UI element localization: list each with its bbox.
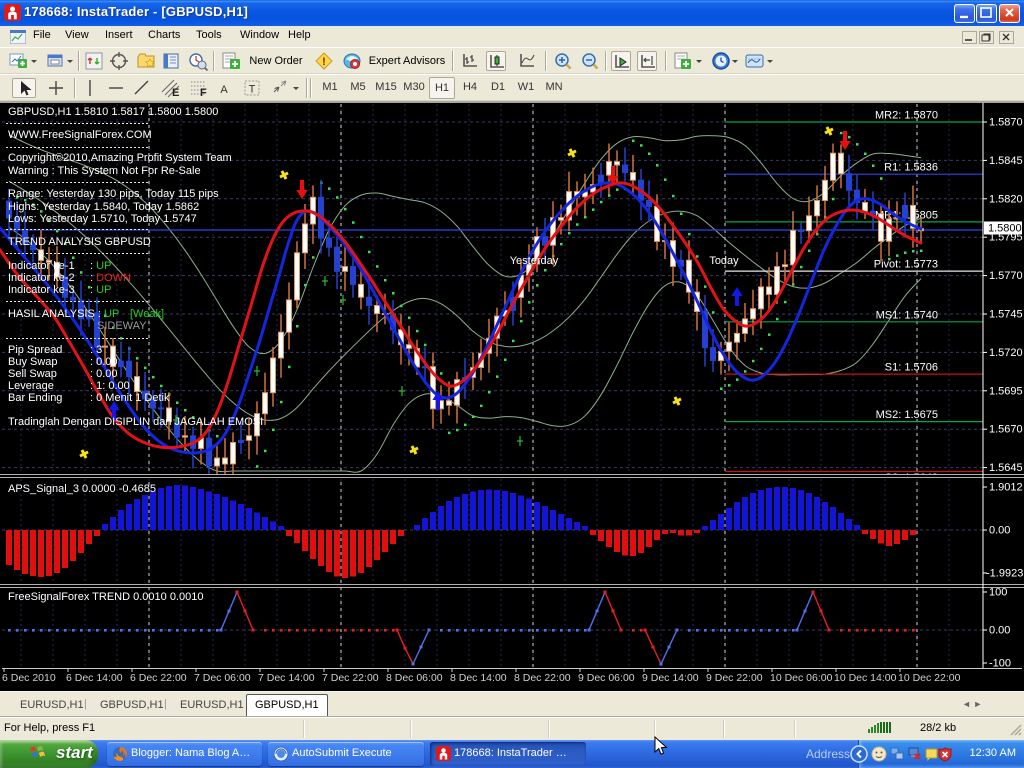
svg-text:0.00: 0.00	[989, 625, 1010, 637]
svg-text:MS1: 1.5740: MS1: 1.5740	[876, 309, 938, 321]
svg-text:: 0 Menit 1 Detik: : 0 Menit 1 Detik	[90, 392, 170, 404]
svg-text:1.5720: 1.5720	[989, 347, 1023, 359]
svg-text:[Weak]: [Weak]	[130, 308, 164, 320]
svg-text:FreeSignalForex TREND 0.0010 0: FreeSignalForex TREND 0.0010 0.0010	[8, 591, 203, 603]
svg-text:Indicator ke-2: Indicator ke-2	[8, 272, 75, 284]
svg-text:8 Dec 22:00: 8 Dec 22:00	[514, 672, 571, 684]
svg-text:-1.9923: -1.9923	[986, 568, 1023, 580]
svg-text:Range: Yesterday 130 pips, Tod: Range: Yesterday 130 pips, Today 115 pip…	[8, 188, 219, 200]
svg-text:9 Dec 06:00: 9 Dec 06:00	[578, 672, 635, 684]
svg-text:1.5745: 1.5745	[989, 309, 1023, 321]
svg-text:: 1: 0.00: : 1: 0.00	[90, 380, 130, 392]
svg-text:6 Dec 2010: 6 Dec 2010	[2, 672, 56, 684]
svg-text:: 0.00: : 0.00	[90, 368, 118, 380]
svg-text:10 Dec 06:00: 10 Dec 06:00	[770, 672, 833, 684]
svg-text:: 0.00: : 0.00	[90, 356, 118, 368]
svg-text:1.5695: 1.5695	[989, 385, 1023, 397]
svg-text:8 Dec 06:00: 8 Dec 06:00	[386, 672, 443, 684]
svg-text:9 Dec 14:00: 9 Dec 14:00	[642, 672, 699, 684]
svg-text:TREND ANALYSIS GBPUSD: TREND ANALYSIS GBPUSD	[8, 236, 151, 248]
svg-text:SIDEWAY: SIDEWAY	[97, 320, 147, 332]
svg-text:MR2: 1.5870: MR2: 1.5870	[875, 110, 938, 122]
svg-text:Yesterday: Yesterday	[510, 255, 559, 267]
svg-text:1.5670: 1.5670	[989, 424, 1023, 436]
svg-text:1.5845: 1.5845	[989, 155, 1023, 167]
svg-text:E: E	[172, 87, 179, 98]
svg-text:: DOWN: : DOWN	[90, 272, 131, 284]
svg-text:Copyright©2010,Amazing Profit: Copyright©2010,Amazing Profit System Tea…	[8, 152, 232, 164]
svg-text:1.5645: 1.5645	[989, 462, 1023, 474]
svg-text:T: T	[249, 84, 256, 96]
svg-text:0.00: 0.00	[989, 525, 1010, 537]
svg-text:Tradinglah Dengan DISIPLIN dan: Tradinglah Dengan DISIPLIN dan JAGALAH E…	[8, 416, 263, 428]
svg-text:MS2: 1.5675: MS2: 1.5675	[876, 409, 938, 421]
svg-text:6 Dec 22:00: 6 Dec 22:00	[130, 672, 187, 684]
svg-text:GBPUSD,H1 1.5810 1.5817 1.58: GBPUSD,H1 1.5810 1.5817 1.5800 1.5800	[8, 106, 218, 118]
svg-text:9 Dec 22:00: 9 Dec 22:00	[706, 672, 763, 684]
svg-text:1.5800: 1.5800	[988, 223, 1022, 235]
svg-text:6 Dec 14:00: 6 Dec 14:00	[66, 672, 123, 684]
svg-text:Buy Swap: Buy Swap	[8, 356, 58, 368]
svg-text:HASIL ANALYSIS : UP: HASIL ANALYSIS : UP	[8, 308, 119, 320]
svg-text:8 Dec 14:00: 8 Dec 14:00	[450, 672, 507, 684]
svg-text:: UP: : UP	[90, 260, 111, 272]
svg-text:-100: -100	[989, 658, 1011, 670]
svg-text:10 Dec 14:00: 10 Dec 14:00	[834, 672, 897, 684]
svg-text:WWW.FreeSignalForex.COM: WWW.FreeSignalForex.COM	[8, 129, 152, 141]
svg-text:S1: 1.5706: S1: 1.5706	[885, 362, 938, 374]
svg-text:Today: Today	[709, 255, 739, 267]
svg-text:Highs: Yesterday 1.5840, Today: Highs: Yesterday 1.5840, Today 1.5862	[8, 201, 199, 213]
svg-text:Warning : This System Not For: Warning : This System Not For Re-Sale	[8, 165, 201, 177]
svg-text:1.5820: 1.5820	[989, 193, 1023, 205]
svg-text:7 Dec 22:00: 7 Dec 22:00	[322, 672, 379, 684]
svg-text:7 Dec 14:00: 7 Dec 14:00	[258, 672, 315, 684]
svg-text:F: F	[200, 87, 207, 98]
svg-text:Indicator ke-1: Indicator ke-1	[8, 260, 75, 272]
svg-text:Pip Spread: Pip Spread	[8, 344, 62, 356]
svg-text:Sell Swap: Sell Swap	[8, 368, 57, 380]
svg-text:A: A	[220, 84, 228, 96]
svg-text:1.5870: 1.5870	[989, 117, 1023, 129]
svg-text:10 Dec 22:00: 10 Dec 22:00	[898, 672, 961, 684]
svg-text:Leverage: Leverage	[8, 380, 54, 392]
svg-text:Indicator ke-3: Indicator ke-3	[8, 284, 75, 296]
svg-text:Pivot: 1.5773: Pivot: 1.5773	[874, 259, 938, 271]
svg-text:R1: 1.5836: R1: 1.5836	[884, 162, 938, 174]
svg-text:: UP: : UP	[90, 284, 111, 296]
svg-text:APS_Signal_3 0.0000 -0.4685: APS_Signal_3 0.0000 -0.4685	[8, 483, 156, 495]
svg-text:!: !	[322, 56, 326, 68]
svg-text:7 Dec 06:00: 7 Dec 06:00	[194, 672, 251, 684]
svg-text:: 3: : 3	[90, 344, 102, 356]
svg-text:Lows: Yesterday 1.5710, Today: Lows: Yesterday 1.5710, Today 1.5747	[8, 213, 197, 225]
svg-text:1.5770: 1.5770	[989, 270, 1023, 282]
svg-text:Bar Ending: Bar Ending	[8, 392, 62, 404]
svg-text:1.9012: 1.9012	[989, 482, 1023, 494]
svg-text:100: 100	[989, 587, 1007, 599]
